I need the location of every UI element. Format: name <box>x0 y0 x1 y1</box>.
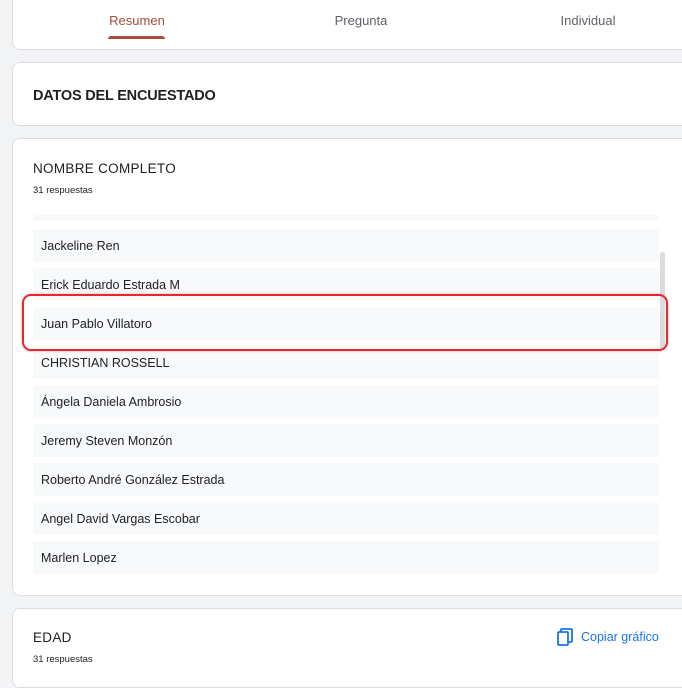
copy-chart-label: Copiar gráfico <box>581 630 659 644</box>
response-count: 31 respuestas <box>33 185 93 196</box>
response-text: Roberto André González Estrada <box>41 472 225 487</box>
list-item: Jackeline Ren <box>33 229 659 262</box>
response-text: Ángela Daniela Ambrosio <box>41 394 182 409</box>
list-item: CHRISTIAN ROSSELL <box>33 346 659 379</box>
response-text: Angel David Vargas Escobar <box>41 511 200 526</box>
response-text: Jackeline Ren <box>41 238 120 253</box>
list-item: Jeremy Steven Monzón <box>33 424 659 457</box>
list-item: Erick Eduardo Estrada M <box>33 268 659 301</box>
response-text: CHRISTIAN ROSSELL <box>41 355 170 370</box>
list-scrollbar[interactable] <box>660 252 665 350</box>
section-title: DATOS DEL ENCUESTADO <box>33 88 216 104</box>
list-item: Angel David Vargas Escobar <box>33 502 659 535</box>
response-text: Jeremy Steven Monzón <box>41 433 173 448</box>
tab-label: Individual <box>560 12 616 28</box>
tab-pregunta[interactable]: Pregunta <box>313 0 409 40</box>
tab-individual[interactable]: Individual <box>533 0 643 40</box>
list-item: Marlen Lopez <box>33 541 659 574</box>
list-item: Roberto André González Estrada <box>33 463 659 496</box>
section-header-card: DATOS DEL ENCUESTADO <box>12 62 682 126</box>
response-count: 31 respuestas <box>33 654 93 665</box>
edad-question-card: EDAD 31 respuestas Copiar gráfico <box>12 608 682 688</box>
response-text: Erick Eduardo Estrada M <box>41 277 180 292</box>
question-title: EDAD <box>33 630 72 645</box>
response-text: Juan Pablo Villatoro <box>41 316 152 331</box>
copy-chart-button[interactable]: Copiar gráfico <box>557 626 659 648</box>
tab-label: Resumen <box>109 12 165 28</box>
copy-icon <box>557 628 573 646</box>
response-text: Marlen Lopez <box>41 550 117 565</box>
tab-resumen[interactable]: Resumen <box>89 0 185 40</box>
tabs-bar: Resumen Pregunta Individual <box>12 0 682 50</box>
tab-label: Pregunta <box>334 12 388 28</box>
list-scroll-edge <box>33 215 659 221</box>
question-title: NOMBRE COMPLETO <box>33 161 177 176</box>
question-card: NOMBRE COMPLETO 31 respuestas Jackeline … <box>12 138 682 596</box>
list-item: Juan Pablo Villatoro <box>33 307 659 340</box>
active-tab-indicator <box>108 36 165 39</box>
list-item: Ángela Daniela Ambrosio <box>33 385 659 418</box>
